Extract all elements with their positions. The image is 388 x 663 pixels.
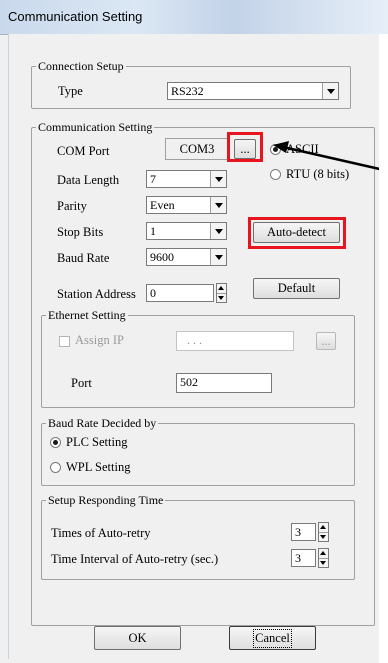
background-margin [379, 34, 388, 663]
window-title: Communication Setting [8, 9, 143, 24]
title-bar[interactable]: Communication Setting [0, 0, 388, 35]
station-address-spinner[interactable] [216, 283, 227, 303]
retry-value: 3 [295, 525, 301, 539]
station-address-input[interactable]: 0 [146, 284, 214, 302]
interval-value: 3 [295, 551, 301, 565]
type-select[interactable]: RS232 [167, 82, 339, 100]
assign-ip-checkbox[interactable] [59, 336, 70, 347]
chevron-down-icon[interactable] [210, 171, 226, 187]
baud-rate-label: Baud Rate [57, 251, 110, 265]
plc-setting-label: PLC Setting [66, 435, 128, 449]
port-input[interactable]: 502 [176, 373, 272, 393]
auto-detect-button[interactable]: Auto-detect [253, 222, 340, 243]
dialog-client-area: Connection Setup Type RS232 Communicatio… [8, 34, 385, 659]
retry-spinner[interactable] [318, 522, 329, 542]
baud-rate-decided-group: Baud Rate Decided by [41, 416, 355, 486]
chevron-down-icon[interactable] [210, 249, 226, 265]
responding-time-legend: Setup Responding Time [48, 493, 164, 507]
ethernet-setting-legend: Ethernet Setting [48, 308, 126, 322]
ethernet-setting-group: Ethernet Setting [41, 308, 355, 408]
retry-input[interactable]: 3 [291, 523, 316, 541]
parity-select[interactable]: Even [146, 196, 227, 214]
stop-bits-label: Stop Bits [57, 225, 104, 239]
interval-input[interactable]: 3 [291, 549, 316, 567]
communication-setting-legend: Communication Setting [38, 120, 153, 134]
spin-down-icon[interactable] [319, 532, 328, 541]
parity-label: Parity [57, 199, 87, 213]
chevron-down-icon[interactable] [322, 83, 338, 99]
station-address-value: 0 [150, 286, 156, 300]
ok-label: OK [128, 630, 147, 645]
station-address-label: Station Address [57, 287, 136, 301]
port-label: Port [71, 376, 92, 390]
stop-bits-value: 1 [150, 224, 156, 238]
interval-spinner[interactable] [318, 548, 329, 568]
spin-down-icon[interactable] [217, 293, 226, 302]
com-port-value: COM3 [179, 141, 215, 156]
chevron-down-icon[interactable] [210, 197, 226, 213]
port-value: 502 [180, 375, 198, 389]
browse-label: ... [240, 141, 250, 156]
auto-detect-label: Auto-detect [266, 225, 326, 239]
ip-address-input[interactable]: . . . [176, 331, 294, 351]
wpl-setting-label: WPL Setting [66, 460, 131, 474]
default-button[interactable]: Default [253, 278, 340, 299]
connection-setup-legend: Connection Setup [38, 59, 124, 73]
chevron-down-icon[interactable] [210, 223, 226, 239]
cancel-button[interactable]: Cancel [229, 626, 316, 650]
ip-browse-label: ... [321, 333, 331, 348]
communication-setting-dialog: Communication Setting Connection Setup T… [0, 0, 388, 663]
baud-rate-decided-legend: Baud Rate Decided by [48, 416, 157, 430]
data-length-label: Data Length [57, 173, 120, 187]
interval-label: Time Interval of Auto-retry (sec.) [51, 552, 219, 566]
type-select-value: RS232 [171, 84, 204, 98]
wpl-setting-radio[interactable] [50, 462, 61, 473]
pointer-arrow-icon [273, 141, 385, 172]
plc-setting-radio[interactable] [50, 437, 61, 448]
data-length-value: 7 [150, 172, 156, 186]
spin-down-icon[interactable] [319, 558, 328, 567]
com-port-label: COM Port [57, 144, 110, 158]
ip-browse-button[interactable]: ... [316, 332, 336, 350]
com-port-browse-button[interactable]: ... [234, 139, 256, 159]
ip-address-value: . . . [187, 333, 202, 347]
ok-button[interactable]: OK [94, 626, 181, 650]
default-label: Default [277, 281, 316, 295]
baud-rate-select[interactable]: 9600 [146, 248, 227, 266]
retry-label: Times of Auto-retry [51, 526, 151, 540]
baud-rate-value: 9600 [150, 250, 174, 264]
type-label: Type [58, 84, 83, 98]
cancel-label: Cancel [253, 628, 292, 648]
parity-value: Even [150, 198, 175, 212]
stop-bits-select[interactable]: 1 [146, 222, 227, 240]
data-length-select[interactable]: 7 [146, 170, 227, 188]
com-port-display: COM3 [165, 138, 229, 160]
assign-ip-label: Assign IP [75, 333, 124, 347]
